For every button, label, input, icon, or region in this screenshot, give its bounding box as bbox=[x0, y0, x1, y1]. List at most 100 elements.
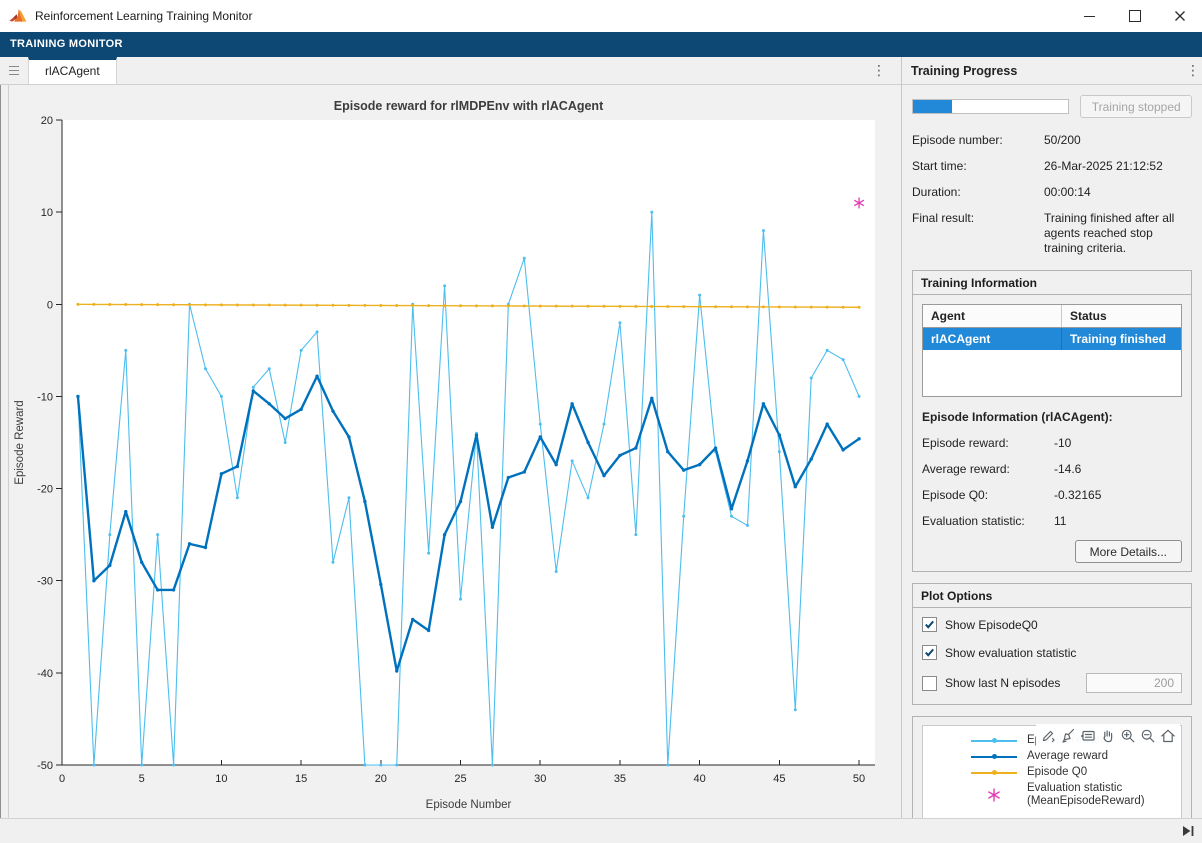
horizontal-scrollbar[interactable] bbox=[0, 818, 1202, 843]
minimize-button[interactable] bbox=[1067, 0, 1112, 32]
skip-end-icon[interactable] bbox=[1181, 824, 1195, 838]
legend-label-episode-q0: Episode Q0 bbox=[1027, 766, 1087, 779]
episode-reward-value: -10 bbox=[1054, 436, 1182, 451]
training-progress-panel: Training stopped Episode number: 50/200 … bbox=[902, 85, 1202, 818]
y-axis-label: Episode Reward bbox=[14, 400, 26, 484]
export-icon[interactable] bbox=[1038, 727, 1058, 745]
tab-list-icon[interactable] bbox=[7, 64, 21, 77]
x-tick-label: 25 bbox=[454, 773, 466, 785]
legend-entry-average-reward: Average reward bbox=[931, 750, 1173, 763]
panel-options-kebab-icon[interactable]: ⋮ bbox=[1184, 57, 1202, 84]
x-tick-label: 10 bbox=[215, 773, 227, 785]
episode-reward-row: Episode reward: -10 bbox=[922, 436, 1182, 451]
final-result-row: Final result: Training finished after al… bbox=[912, 211, 1192, 256]
training-information-title: Training Information bbox=[913, 271, 1191, 295]
final-result-label: Final result: bbox=[912, 211, 1044, 256]
x-tick-label: 30 bbox=[534, 773, 546, 785]
start-time-row: Start time: 26-Mar-2025 21:12:52 bbox=[912, 159, 1192, 174]
evaluation-statistic-label: Evaluation statistic: bbox=[922, 514, 1054, 529]
show-episodeq0-label: Show EpisodeQ0 bbox=[945, 618, 1038, 632]
x-tick-label: 35 bbox=[614, 773, 626, 785]
check-icon bbox=[924, 619, 935, 630]
column-header-agent[interactable]: Agent bbox=[923, 305, 1061, 327]
zoom-out-icon[interactable] bbox=[1138, 727, 1158, 745]
toolstrip: TRAINING MONITOR bbox=[0, 32, 1202, 57]
agent-status-table: Agent Status rlACAgent Training finished bbox=[922, 304, 1182, 397]
episode-reward-plot[interactable]: 0510152025303540455020100-10-20-30-40-50… bbox=[9, 85, 901, 818]
legend-label-evaluation-statistic: Evaluation statistic (MeanEpisodeReward) bbox=[1027, 782, 1145, 808]
n-episodes-input[interactable] bbox=[1086, 673, 1182, 693]
close-button[interactable] bbox=[1157, 0, 1202, 32]
show-episodeq0-checkbox[interactable] bbox=[922, 617, 937, 632]
x-tick-label: 20 bbox=[375, 773, 387, 785]
average-reward-value: -14.6 bbox=[1054, 462, 1182, 477]
matlab-logo-icon bbox=[9, 8, 27, 24]
final-result-value: Training finished after all agents reach… bbox=[1044, 211, 1192, 256]
show-evaluation-statistic-checkbox[interactable] bbox=[922, 645, 937, 660]
training-progress-header: Training Progress ⋮ bbox=[902, 57, 1202, 84]
y-tick-label: 10 bbox=[41, 207, 53, 219]
show-last-n-episodes-checkbox[interactable] bbox=[922, 676, 937, 691]
start-time-value: 26-Mar-2025 21:12:52 bbox=[1044, 159, 1192, 174]
episode-q0-row: Episode Q0: -0.32165 bbox=[922, 488, 1182, 503]
plot-options-section: Plot Options Show EpisodeQ0 Show evaluat… bbox=[912, 583, 1192, 705]
tab-rlacagent[interactable]: rlACAgent bbox=[28, 57, 117, 84]
plot-options-title: Plot Options bbox=[913, 584, 1191, 608]
brush-icon[interactable] bbox=[1058, 727, 1078, 745]
close-icon bbox=[1174, 10, 1186, 22]
title-bar: Reinforcement Learning Training Monitor bbox=[0, 0, 1202, 32]
table-row-rlacagent[interactable]: rlACAgent Training finished bbox=[923, 328, 1181, 350]
legend-label-average-reward: Average reward bbox=[1027, 750, 1108, 763]
progress-fill bbox=[913, 100, 952, 113]
training-stopped-button[interactable]: Training stopped bbox=[1080, 95, 1192, 118]
minimize-icon bbox=[1084, 16, 1095, 17]
show-last-n-episodes-row: Show last N episodes bbox=[922, 673, 1182, 693]
duration-value: 00:00:14 bbox=[1044, 185, 1192, 200]
evaluation-statistic-row: Evaluation statistic: 11 bbox=[922, 514, 1182, 529]
legend-panel: Episode reward Average reward Episode Q0 bbox=[912, 716, 1192, 818]
table-empty-area bbox=[923, 350, 1181, 396]
duration-row: Duration: 00:00:14 bbox=[912, 185, 1192, 200]
x-tick-label: 0 bbox=[59, 773, 65, 785]
show-last-n-episodes-label: Show last N episodes bbox=[945, 676, 1060, 690]
x-tick-label: 50 bbox=[853, 773, 865, 785]
status-cell: Training finished bbox=[1061, 328, 1181, 350]
y-tick-label: -30 bbox=[37, 576, 53, 588]
home-icon[interactable] bbox=[1158, 727, 1178, 745]
column-header-status[interactable]: Status bbox=[1061, 305, 1181, 327]
show-episodeq0-row: Show EpisodeQ0 bbox=[922, 617, 1182, 632]
show-evaluation-statistic-label: Show evaluation statistic bbox=[945, 646, 1076, 660]
app-window: Reinforcement Learning Training Monitor … bbox=[0, 0, 1202, 843]
x-tick-label: 40 bbox=[694, 773, 706, 785]
document-tab-bar: rlACAgent ⋮ Training Progress ⋮ bbox=[0, 57, 1202, 85]
episode-information-title: Episode Information (rlACAgent): bbox=[922, 410, 1182, 424]
more-details-button[interactable]: More Details... bbox=[1075, 540, 1182, 563]
x-axis-label: Episode Number bbox=[426, 799, 512, 811]
x-tick-label: 45 bbox=[773, 773, 785, 785]
zoom-in-icon[interactable] bbox=[1118, 727, 1138, 745]
y-tick-label: 0 bbox=[47, 299, 53, 311]
episode-number-row: Episode number: 50/200 bbox=[912, 133, 1192, 148]
evaluation-statistic-value: 11 bbox=[1054, 514, 1182, 529]
maximize-button[interactable] bbox=[1112, 0, 1157, 32]
table-header-row: Agent Status bbox=[923, 305, 1181, 328]
show-evaluation-statistic-row: Show evaluation statistic bbox=[922, 645, 1182, 660]
episode-q0-value: -0.32165 bbox=[1054, 488, 1182, 503]
y-tick-label: -40 bbox=[37, 668, 53, 680]
legend-entry-episode-q0: Episode Q0 bbox=[931, 766, 1173, 779]
duration-label: Duration: bbox=[912, 185, 1044, 200]
episode-reward-label: Episode reward: bbox=[922, 436, 1054, 451]
asterisk-marker-icon bbox=[986, 787, 1002, 803]
chart-title: Episode reward for rlMDPEnv with rlACAge… bbox=[334, 99, 604, 113]
y-tick-label: 20 bbox=[41, 115, 53, 127]
agent-cell: rlACAgent bbox=[923, 328, 1061, 350]
training-progress-bar bbox=[912, 99, 1069, 114]
maximize-icon bbox=[1129, 10, 1141, 22]
toolstrip-tab-training-monitor[interactable]: TRAINING MONITOR bbox=[0, 32, 1202, 57]
pan-icon[interactable] bbox=[1098, 727, 1118, 745]
axes-toolbar bbox=[1036, 724, 1180, 748]
tab-options-kebab-icon[interactable]: ⋮ bbox=[870, 57, 888, 84]
episode-number-value: 50/200 bbox=[1044, 133, 1192, 148]
datatips-icon[interactable] bbox=[1078, 727, 1098, 745]
episode-number-label: Episode number: bbox=[912, 133, 1044, 148]
